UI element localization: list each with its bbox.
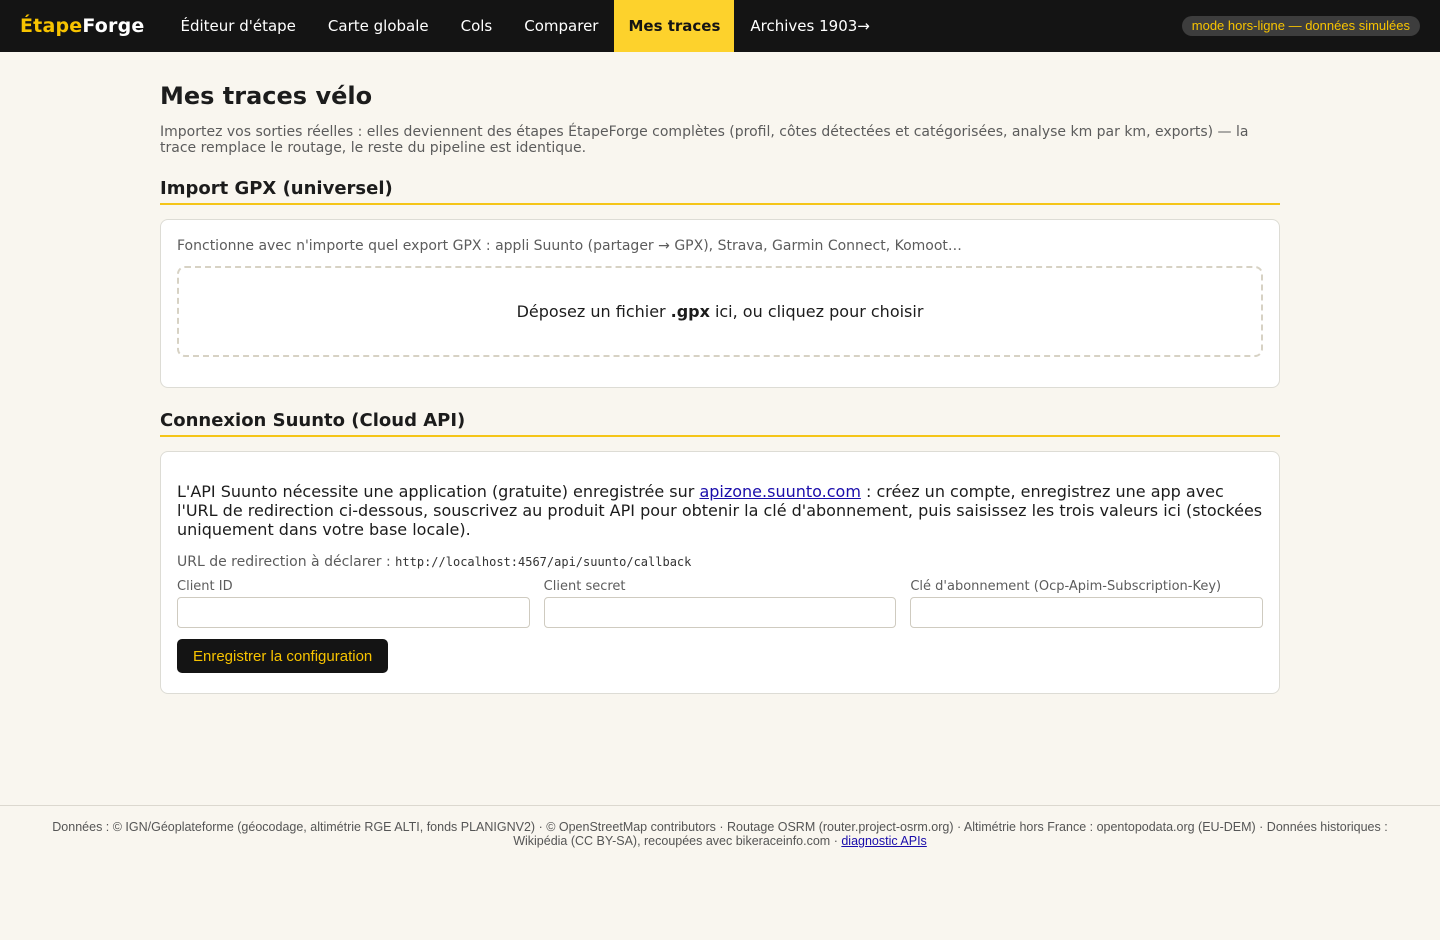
save-config-button[interactable]: Enregistrer la configuration <box>177 639 389 673</box>
client-secret-input[interactable] <box>543 597 897 628</box>
nav-cols[interactable]: Cols <box>445 0 509 52</box>
page-title: Mes traces vélo <box>160 82 373 110</box>
page-description: Importez vos sorties réelles : elles dev… <box>160 124 1249 156</box>
gpx-import-card: Fonctionne avec n'importe quel export GP… <box>160 219 1280 388</box>
logo-part-forge: Forge <box>82 15 145 37</box>
section-title-suunto: Connexion Suunto (Cloud API) <box>160 410 1280 437</box>
redirect-url-row: URL de redirection à déclarer : http://l… <box>177 554 1263 570</box>
nav-editeur-etape[interactable]: Éditeur d'étape <box>165 0 312 52</box>
top-navbar: Étape Forge Éditeur d'étape Carte globale… <box>0 0 1440 52</box>
logo-part-etape: Étape <box>20 15 83 37</box>
gpx-hint: Fonctionne avec n'importe quel export GP… <box>177 238 962 254</box>
suunto-instructions: L'API Suunto nécessite une application (… <box>177 482 1263 539</box>
offline-status-badge: mode hors-ligne — données simulées <box>1181 16 1420 36</box>
nav-mes-traces[interactable]: Mes traces <box>614 0 735 52</box>
suunto-config-card: L'API Suunto nécessite une application (… <box>160 451 1280 694</box>
section-title-gpx: Import GPX (universel) <box>160 178 1280 205</box>
page-footer: Données : © IGN/Géoplateforme (géocodage… <box>0 805 1440 848</box>
main-nav: Éditeur d'étape Carte globale Cols Compa… <box>165 0 886 52</box>
suunto-fields: Client ID Client secret Clé d'abonnement… <box>177 579 1264 628</box>
dropzone-text-before: Déposez un fichier <box>516 302 666 321</box>
client-secret-field-group: Client secret <box>543 579 897 628</box>
client-id-field-group: Client ID <box>177 579 530 628</box>
apizone-link[interactable]: apizone.suunto.com <box>699 482 860 501</box>
subscription-key-field-group: Clé d'abonnement (Ocp-Apim-Subscription-… <box>910 579 1264 628</box>
footer-credits: Données : © IGN/Géoplateforme (géocodage… <box>52 820 1388 848</box>
suunto-text-before: L'API Suunto nécessite une application (… <box>177 482 695 501</box>
subscription-key-input[interactable] <box>910 597 1264 628</box>
subscription-key-label: Clé d'abonnement (Ocp-Apim-Subscription-… <box>910 579 1222 594</box>
client-id-label: Client ID <box>177 579 233 594</box>
app-logo[interactable]: Étape Forge <box>20 0 145 52</box>
main-content: Mes traces vélo Importez vos sorties rée… <box>160 52 1280 694</box>
nav-comparer[interactable]: Comparer <box>508 0 614 52</box>
diagnostic-apis-link[interactable]: diagnostic APIs <box>841 834 926 848</box>
nav-carte-globale[interactable]: Carte globale <box>312 0 445 52</box>
gpx-dropzone[interactable]: Déposez un fichier .gpx ici, ou cliquez … <box>177 266 1263 357</box>
client-id-input[interactable] <box>177 597 530 628</box>
redirect-url-label: URL de redirection à déclarer : <box>177 554 391 570</box>
dropzone-text-after: ici, ou cliquez pour choisir <box>714 302 924 321</box>
redirect-url-value: http://localhost:4567/api/suunto/callbac… <box>395 555 692 569</box>
nav-archives-1903[interactable]: Archives 1903→ <box>734 0 885 52</box>
dropzone-ext: .gpx <box>670 302 710 321</box>
client-secret-label: Client secret <box>543 579 626 594</box>
